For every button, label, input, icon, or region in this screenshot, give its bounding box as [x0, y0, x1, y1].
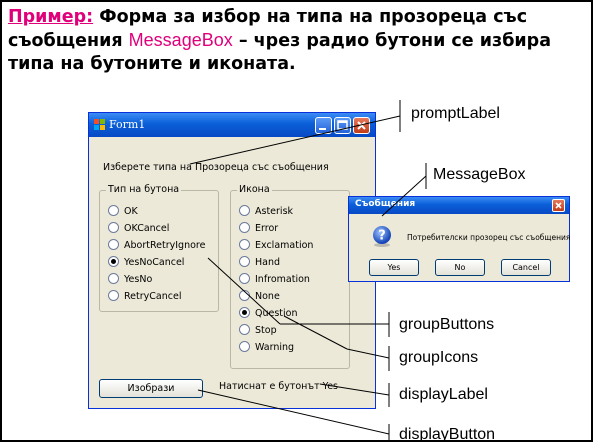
- messagebox-titlebar[interactable]: Съобщения: [349, 197, 569, 214]
- radio-circle: [239, 341, 250, 352]
- form1-window: Form1 Изберете типа на Прозореца със съо…: [88, 112, 376, 409]
- slide: Пример: Форма за избор на типа на прозор…: [0, 0, 593, 442]
- radio-button-type[interactable]: RetryCancel: [108, 290, 181, 303]
- minimize-button[interactable]: [315, 117, 332, 134]
- radio-icon-type[interactable]: None: [239, 290, 280, 303]
- messagebox-yes-button[interactable]: Yes: [369, 259, 419, 276]
- radio-circle: [239, 290, 250, 301]
- radio-icon-type[interactable]: Infromation: [239, 273, 310, 286]
- messagebox-cancel-button[interactable]: Cancel: [501, 259, 551, 276]
- form1-title: Form1: [109, 118, 146, 131]
- radio-icon-type[interactable]: Question: [239, 307, 298, 320]
- callout-display-button: displayButton: [399, 426, 496, 442]
- radio-button-type[interactable]: AbortRetryIgnore: [108, 239, 205, 252]
- radio-circle: [239, 239, 250, 250]
- callout-messagebox: MessageBox: [433, 166, 526, 183]
- group-buttons: Тип на бутона OK OKCancel AbortRetryIgno…: [99, 184, 219, 312]
- question-icon: ?: [371, 225, 393, 247]
- messagebox-title: Съобщения: [355, 199, 416, 209]
- radio-button-type[interactable]: OKCancel: [108, 222, 169, 235]
- display-label: Натиснат е бутонът Yes: [219, 381, 338, 392]
- close-icon: [555, 202, 562, 209]
- radio-circle: [239, 256, 250, 267]
- heading-keyword: Пример:: [8, 7, 94, 27]
- radio-circle: [108, 205, 119, 216]
- messagebox-no-button[interactable]: No: [435, 259, 485, 276]
- svg-text:?: ?: [378, 229, 386, 244]
- callout-prompt-label: promptLabel: [411, 105, 500, 122]
- group-buttons-title: Тип на бутона: [106, 184, 182, 195]
- radio-circle-checked: [239, 307, 250, 318]
- callout-display-label: displayLabel: [399, 386, 488, 403]
- radio-circle: [239, 205, 250, 216]
- radio-circle: [108, 239, 119, 250]
- group-icons: Икона Asterisk Error Exclamation Hand In…: [230, 184, 350, 369]
- messagebox-text: Потребителски прозорец със съобщения: [407, 233, 571, 242]
- form1-titlebar[interactable]: Form1: [89, 113, 375, 137]
- close-button[interactable]: [353, 117, 370, 134]
- radio-circle: [108, 290, 119, 301]
- radio-button-type[interactable]: OK: [108, 205, 138, 218]
- maximize-button[interactable]: [334, 117, 351, 134]
- callout-group-icons: groupIcons: [399, 349, 479, 366]
- form-app-icon: [94, 119, 105, 130]
- radio-circle-checked: [108, 256, 119, 267]
- radio-icon-type[interactable]: Hand: [239, 256, 280, 269]
- prompt-label: Изберете типа на Прозореца със съобщения: [103, 162, 329, 173]
- messagebox-window: Съобщения ? Потребителски прозорец със с…: [348, 196, 570, 282]
- radio-icon-type[interactable]: Error: [239, 222, 278, 235]
- radio-icon-type[interactable]: Asterisk: [239, 205, 293, 218]
- close-icon: [357, 121, 366, 130]
- radio-icon-type[interactable]: Warning: [239, 341, 294, 354]
- radio-circle: [239, 273, 250, 284]
- radio-circle: [239, 324, 250, 335]
- radio-circle: [108, 222, 119, 233]
- messagebox-close-button[interactable]: [552, 199, 565, 212]
- heading-messagebox: MessageBox: [128, 30, 233, 50]
- callout-group-buttons: groupButtons: [399, 316, 495, 333]
- display-button[interactable]: Изобрази: [99, 379, 203, 398]
- radio-button-type[interactable]: YesNo: [108, 273, 152, 286]
- minimize-icon: [319, 128, 326, 130]
- radio-icon-type[interactable]: Exclamation: [239, 239, 313, 252]
- maximize-icon: [337, 120, 348, 130]
- radio-icon-type[interactable]: Stop: [239, 324, 277, 337]
- slide-heading: Пример: Форма за избор на типа на прозор…: [8, 6, 588, 76]
- radio-circle: [108, 273, 119, 284]
- radio-circle: [239, 222, 250, 233]
- group-icons-title: Икона: [237, 184, 272, 195]
- radio-button-type[interactable]: YesNoCancel: [108, 256, 184, 269]
